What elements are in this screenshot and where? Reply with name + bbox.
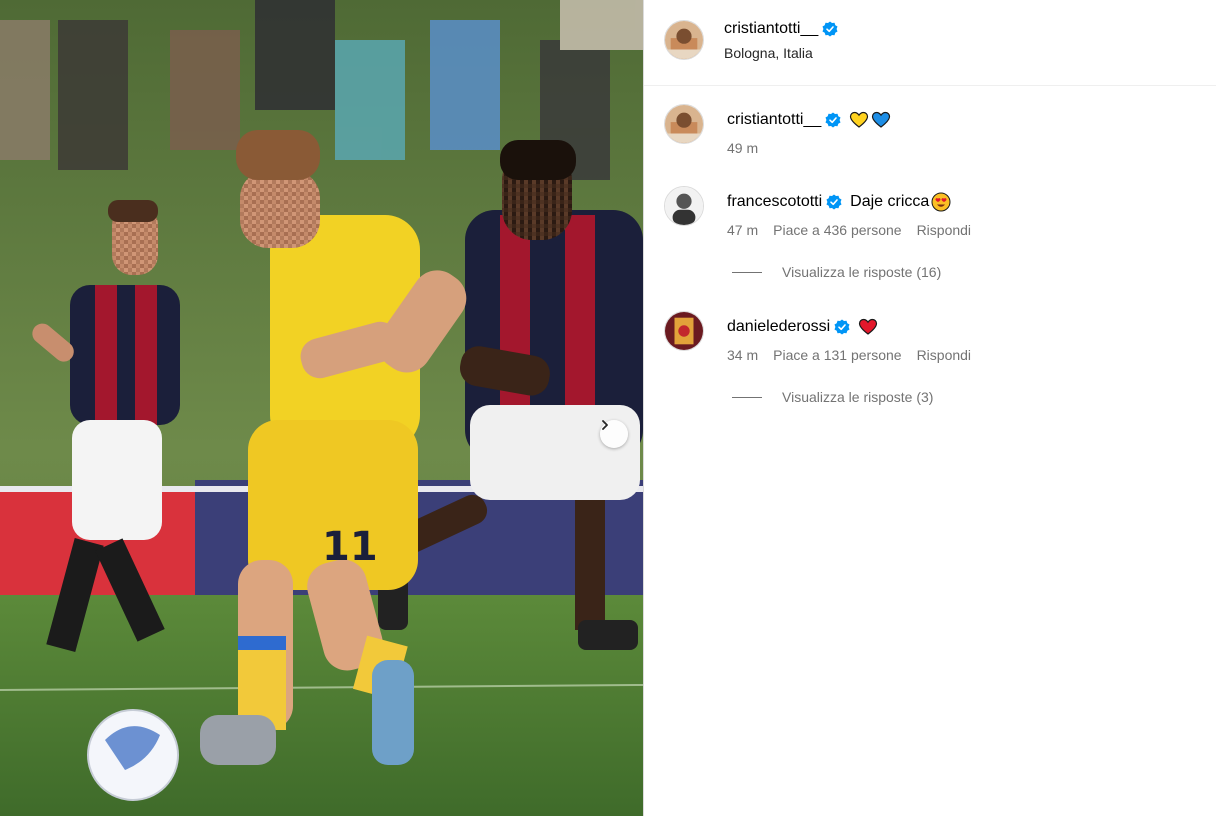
- comment-username[interactable]: francescototti: [727, 193, 822, 211]
- comment-text-wrap: Daje cricca: [850, 192, 951, 212]
- post-photo: 11: [0, 0, 643, 816]
- view-replies-button[interactable]: Visualizza le risposte (3): [732, 389, 933, 405]
- chevron-right-icon: [602, 420, 608, 430]
- comment-time[interactable]: 34 m: [727, 347, 758, 363]
- replies-line: [732, 396, 762, 398]
- heart-eyes-emoji-icon: [931, 192, 951, 212]
- author-avatar[interactable]: [664, 20, 704, 60]
- comment-meta: 47 m Piace a 436 persone Rispondi: [727, 222, 971, 238]
- view-replies-label[interactable]: Visualizza le risposte (3): [782, 389, 933, 405]
- comment-text: Daje cricca: [850, 193, 930, 210]
- comment-likes[interactable]: Piace a 436 persone: [773, 222, 901, 238]
- caption-line: cristiantotti__: [727, 110, 891, 130]
- comment-line: danielederossi: [727, 317, 878, 337]
- comment-username[interactable]: danielederossi: [727, 318, 830, 336]
- red-heart-icon: [858, 317, 878, 337]
- post-location[interactable]: Bologna, Italia: [724, 45, 813, 61]
- yellow-heart-icon: [849, 110, 869, 130]
- reply-button[interactable]: Rispondi: [917, 222, 971, 238]
- verified-badge-icon: [825, 112, 841, 128]
- comment-line: francescototti Daje cricca: [727, 192, 951, 212]
- comment-item: francescototti Daje cricca 47 m Piace a …: [644, 186, 1216, 286]
- caption-meta: 49 m: [727, 140, 758, 156]
- comment-likes[interactable]: Piace a 131 persone: [773, 347, 901, 363]
- comment-time[interactable]: 47 m: [727, 222, 758, 238]
- comment-text-wrap: [858, 317, 878, 337]
- caption-time[interactable]: 49 m: [727, 140, 758, 156]
- svg-text:11: 11: [322, 524, 378, 570]
- caption-username[interactable]: cristiantotti__: [727, 111, 821, 129]
- commenter-avatar[interactable]: [664, 311, 704, 351]
- comment-item: danielederossi 34 m Piace a 131 persone …: [644, 311, 1216, 411]
- verified-badge-icon: [834, 319, 850, 335]
- comment-meta: 34 m Piace a 131 persone Rispondi: [727, 347, 971, 363]
- verified-badge-icon: [822, 21, 838, 37]
- next-photo-button[interactable]: [600, 420, 628, 448]
- view-replies-label[interactable]: Visualizza le risposte (16): [782, 264, 941, 280]
- author-username-link[interactable]: cristiantotti__: [724, 20, 838, 38]
- verified-badge-icon: [826, 194, 842, 210]
- reply-button[interactable]: Rispondi: [917, 347, 971, 363]
- author-username[interactable]: cristiantotti__: [724, 20, 818, 38]
- football-match-photo: 11: [0, 0, 643, 816]
- blue-heart-icon: [871, 110, 891, 130]
- replies-line: [732, 271, 762, 273]
- view-replies-button[interactable]: Visualizza le risposte (16): [732, 264, 941, 280]
- commenter-avatar[interactable]: [664, 186, 704, 226]
- caption: cristiantotti__ 49 m: [644, 104, 1216, 164]
- caption-avatar[interactable]: [664, 104, 704, 144]
- post-header: cristiantotti__ Bologna, Italia: [644, 0, 1216, 86]
- caption-text: [849, 110, 891, 130]
- post-side-panel: cristiantotti__ Bologna, Italia cristian…: [644, 0, 1216, 816]
